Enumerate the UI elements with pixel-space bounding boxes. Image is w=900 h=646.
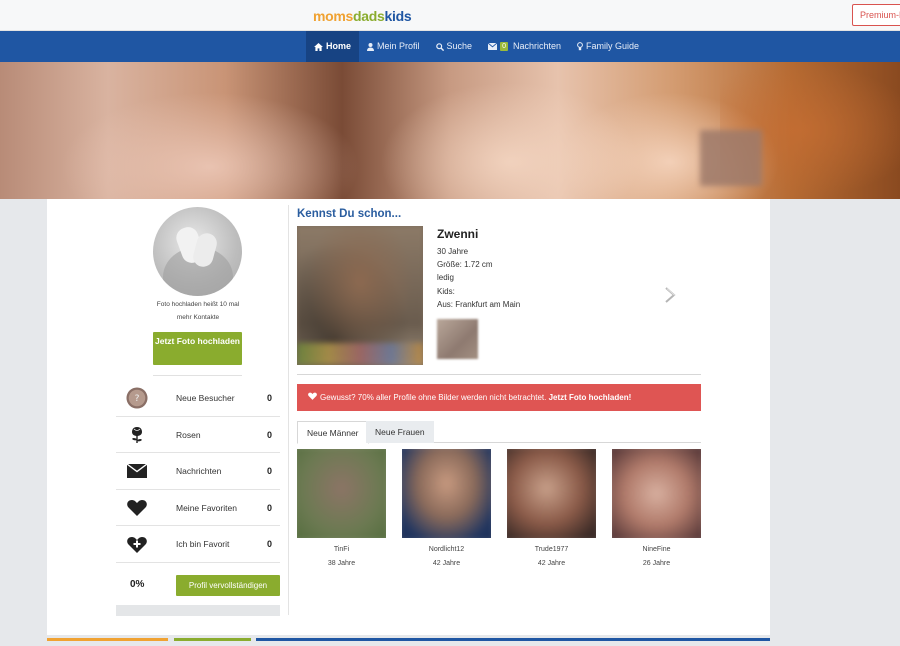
envelope-icon <box>488 43 498 50</box>
profile-completion-percent: 0% <box>130 579 145 590</box>
stat-row-my-favorites[interactable]: Meine Favoriten 0 <box>116 490 280 526</box>
search-icon <box>435 42 444 51</box>
heart-icon <box>126 497 148 519</box>
featured-detail-height: Größe: 1.72 cm <box>437 260 493 270</box>
envelope-icon <box>126 460 148 482</box>
upload-photo-button[interactable]: Jetzt Foto hochladen <box>153 332 242 365</box>
logo-part-moms: moms <box>313 8 354 24</box>
profile-card-age: 38 Jahre <box>327 560 356 567</box>
heart-icon <box>308 384 317 411</box>
profile-card-photo[interactable] <box>402 449 491 538</box>
stat-row-roses[interactable]: Rosen 0 <box>116 417 280 453</box>
sidebar-stats: ? Neue Besucher 0 Rosen 0 Nachrichten 0 … <box>116 380 280 563</box>
featured-detail-status: ledig <box>437 273 454 283</box>
stat-row-visitors[interactable]: ? Neue Besucher 0 <box>116 380 280 417</box>
heart-plus-icon <box>126 533 148 555</box>
messages-count-badge: 0 <box>500 42 508 51</box>
alert-text: Gewusst? 70% aller Profile ohne Bilder w… <box>320 393 547 402</box>
profile-card[interactable]: TinFi 38 Jahre <box>297 449 386 570</box>
hero-banner <box>0 62 900 199</box>
footer-stripe-blue <box>256 638 770 641</box>
profile-card-photo[interactable] <box>297 449 386 538</box>
main-nav: Home Mein Profil Suche 0 Nachrichten Fam… <box>0 31 900 62</box>
featured-heading: Kennst Du schon... <box>297 208 402 220</box>
profile-completion-row: 0% Profil vervollständigen <box>116 566 280 604</box>
featured-profile-photo[interactable] <box>297 226 423 365</box>
sidebar-divider <box>153 375 242 376</box>
column-divider <box>288 205 289 615</box>
nav-item-messages[interactable]: 0 Nachrichten <box>480 31 569 62</box>
stat-label-messages: Nachrichten <box>176 466 222 476</box>
alert-upload-link[interactable]: Jetzt Foto hochladen! <box>549 393 632 402</box>
nav-item-family-guide[interactable]: Family Guide <box>569 31 647 62</box>
stat-row-messages[interactable]: Nachrichten 0 <box>116 453 280 490</box>
profile-card-photo[interactable] <box>612 449 701 538</box>
featured-profile-details: 30 Jahre Größe: 1.72 cm ledig Kids: Aus:… <box>437 245 520 311</box>
profile-card[interactable]: Nordlicht12 42 Jahre <box>402 449 491 570</box>
footer-stripe-green <box>174 638 251 641</box>
nav-item-search[interactable]: Suche <box>428 31 481 62</box>
site-logo[interactable]: momsdadskids <box>313 8 412 24</box>
profile-card-age: 26 Jahre <box>642 560 671 567</box>
profile-card-name[interactable]: NineFine <box>612 544 701 558</box>
logo-part-kids: kids <box>384 8 412 24</box>
user-icon <box>367 42 375 51</box>
stat-value-favorite-of: 0 <box>266 539 272 549</box>
nav-label-family-guide: Family Guide <box>586 41 640 51</box>
new-profiles-grid: TinFi 38 Jahre Nordlicht12 42 Jahre Trud… <box>297 449 701 571</box>
no-photo-alert: Gewusst? 70% aller Profile ohne Bilder w… <box>297 384 701 411</box>
stat-row-favorite-of[interactable]: Ich bin Favorit 0 <box>116 526 280 563</box>
nav-item-home[interactable]: Home <box>306 31 360 62</box>
svg-text:?: ? <box>135 393 140 404</box>
stat-value-roses: 0 <box>266 429 272 440</box>
profile-card[interactable]: NineFine 26 Jahre <box>612 449 701 570</box>
profile-card-name[interactable]: Trude1977 <box>507 544 596 558</box>
featured-profile-thumbnail[interactable] <box>437 319 478 359</box>
profile-card-name[interactable]: Nordlicht12 <box>402 544 491 558</box>
premium-button[interactable]: Premium-M <box>852 4 900 26</box>
tab-new-women[interactable]: Neue Frauen <box>366 421 434 443</box>
rose-icon <box>126 424 148 446</box>
tab-new-men[interactable]: Neue Männer <box>297 421 369 444</box>
stat-value-my-favorites: 0 <box>266 502 272 513</box>
nav-item-profile[interactable]: Mein Profil <box>359 31 428 62</box>
top-bar: momsdadskids Premium-M <box>0 0 900 31</box>
upload-photo-label: Jetzt Foto hochladen <box>155 336 240 346</box>
featured-divider <box>297 374 701 375</box>
featured-profile-name[interactable]: Zwenni <box>437 227 478 241</box>
stat-label-roses: Rosen <box>176 429 201 440</box>
next-profile-arrow[interactable] <box>662 285 678 305</box>
footer-stripe-orange <box>47 638 168 641</box>
featured-detail-kids: Kids: <box>437 286 455 296</box>
nav-label-search: Suche <box>446 41 473 51</box>
home-icon <box>314 42 323 51</box>
profile-card-age: 42 Jahre <box>537 560 566 567</box>
complete-profile-button[interactable]: Profil vervollständigen <box>176 575 280 596</box>
stat-value-messages: 0 <box>266 466 272 476</box>
profile-card-name[interactable]: TinFi <box>297 544 386 558</box>
profile-avatar-placeholder[interactable] <box>153 207 242 296</box>
nav-label-messages: Nachrichten <box>512 41 561 51</box>
stat-label-my-favorites: Meine Favoriten <box>176 502 237 513</box>
nav-label-profile: Mein Profil <box>377 41 420 51</box>
photo-upload-hint: Foto hochladen heißt 10 mal mehr Kontakt… <box>156 301 240 321</box>
lightbulb-icon <box>577 42 583 51</box>
logo-part-dads: dads <box>353 8 385 24</box>
hero-blurred-thumbnail <box>700 130 762 186</box>
stat-label-visitors: Neue Besucher <box>176 393 235 403</box>
nav-label-home: Home <box>326 41 352 51</box>
profile-card-photo[interactable] <box>507 449 596 538</box>
profile-card-age: 42 Jahre <box>432 560 461 567</box>
new-profiles-tabs: Neue Männer Neue Frauen <box>297 421 701 444</box>
visitor-avatar-icon: ? <box>126 387 148 409</box>
stat-value-visitors: 0 <box>266 393 272 403</box>
sidebar-footer-bar <box>116 605 280 616</box>
featured-detail-age: 30 Jahre <box>437 247 469 256</box>
profile-card[interactable]: Trude1977 42 Jahre <box>507 449 596 570</box>
stat-label-favorite-of: Ich bin Favorit <box>176 539 230 549</box>
featured-detail-location: Aus: Frankfurt am Main <box>437 299 521 309</box>
